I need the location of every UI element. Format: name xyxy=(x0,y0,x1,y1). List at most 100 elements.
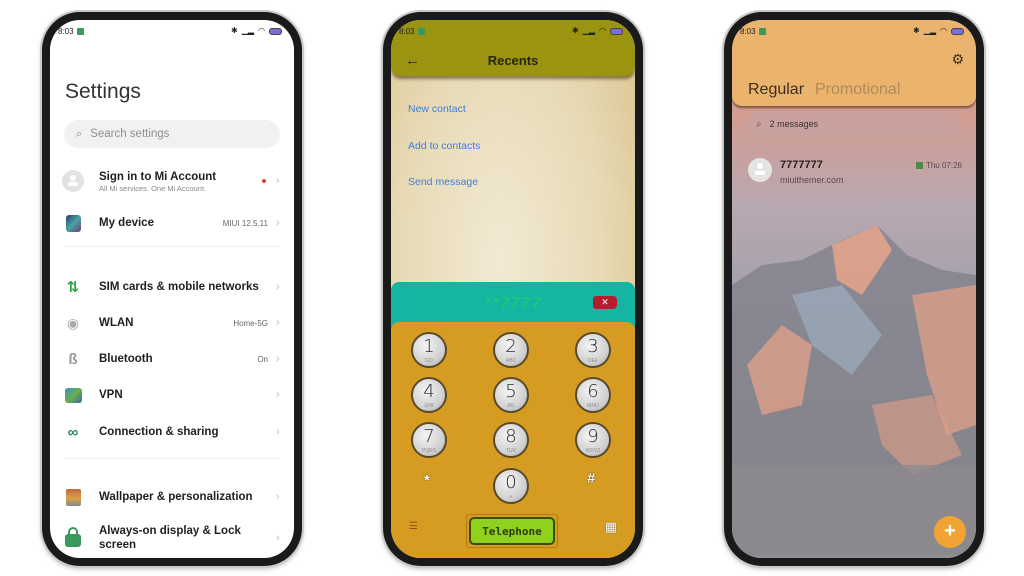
call-button[interactable]: Telephone xyxy=(466,514,558,548)
messages-screen: ⚙ Regular Promotional 8:03 ✱ ▁▂ ◠ ⌕ 2 me… xyxy=(732,20,976,558)
key-digit: 1 xyxy=(423,336,435,357)
link-icon: ∞ xyxy=(67,423,79,441)
key-letters: PQRS xyxy=(421,448,437,454)
conversation-time: Thu 07:26 xyxy=(915,161,962,170)
battery-icon xyxy=(951,27,964,35)
key-digit: 9 xyxy=(587,426,599,447)
item-value: MIUI 12.5.11 xyxy=(222,218,268,228)
signal-icon: ▁▂ xyxy=(582,26,596,35)
avatar xyxy=(748,158,772,182)
key-digit: 0 xyxy=(505,472,517,493)
dialer-title: Recents xyxy=(487,53,539,68)
key-letters: + xyxy=(509,494,513,500)
key-digit: 2 xyxy=(505,336,517,357)
item-label: Always-on display & Lock screen xyxy=(99,525,241,551)
status-bar: 8:03 ✱ ▁▂ ◠ xyxy=(50,24,294,38)
settings-item-lock-screen[interactable]: Always-on display & Lock screen › xyxy=(62,520,284,556)
settings-gear-icon[interactable]: ⚙ xyxy=(951,51,964,68)
message-search-bar[interactable]: ⌕ 2 messages xyxy=(746,112,962,136)
chevron-right-icon: › xyxy=(276,532,280,544)
settings-item-connection[interactable]: ∞ Connection & sharing › xyxy=(62,415,284,449)
avatar-icon xyxy=(62,170,84,192)
key-hash[interactable]: # xyxy=(587,470,595,487)
key-1[interactable]: 1 GO xyxy=(411,332,447,368)
chevron-right-icon: › xyxy=(276,353,280,365)
item-label: SIM cards & mobile networks xyxy=(99,281,259,293)
delete-button[interactable]: ✕ xyxy=(593,296,617,309)
key-7[interactable]: 7 PQRS xyxy=(411,422,447,458)
phone-messages: ⚙ Regular Promotional 8:03 ✱ ▁▂ ◠ ⌕ 2 me… xyxy=(724,12,984,566)
tab-regular[interactable]: Regular xyxy=(748,81,804,99)
key-digit: 5 xyxy=(505,381,517,402)
search-input[interactable] xyxy=(90,128,251,140)
call-button-label: Telephone xyxy=(469,517,555,545)
mi-account-row[interactable]: Sign in to Mi Account All Mi services. O… xyxy=(62,164,284,198)
chevron-right-icon: › xyxy=(276,281,280,293)
search-icon: ⌕ xyxy=(76,127,83,140)
bluetooth-icon: ✱ xyxy=(231,26,238,35)
key-2[interactable]: 2 ABC xyxy=(493,332,529,368)
key-letters: GHI xyxy=(424,403,434,409)
new-contact-link[interactable]: New contact xyxy=(408,103,466,115)
divider xyxy=(64,246,280,247)
key-6[interactable]: 6 MNO xyxy=(575,377,611,413)
key-9[interactable]: 9 WXYZ xyxy=(575,422,611,458)
key-star[interactable]: * xyxy=(424,472,430,489)
key-digit: 8 xyxy=(505,426,517,447)
mi-account-sub: All Mi services. One Mi Account. xyxy=(99,183,207,193)
device-icon xyxy=(62,212,84,234)
conversation-item[interactable]: 7777777 miuithemer.com Thu 07:26 xyxy=(748,158,962,190)
settings-item-bluetooth[interactable]: ß Bluetooth On › xyxy=(62,342,284,376)
signal-icon: ▁▂ xyxy=(241,26,255,35)
phone-dialer: ← Recents 8:03 ✱ ▁▂ ◠ New contact Add to… xyxy=(383,12,643,566)
settings-item-sim[interactable]: ⇅ SIM cards & mobile networks › xyxy=(62,270,284,304)
add-to-contacts-link[interactable]: Add to contacts xyxy=(408,140,480,152)
menu-icon[interactable]: ☰ xyxy=(409,521,418,532)
keypad-toggle-icon[interactable]: ▦ xyxy=(605,519,617,535)
settings-screen: 8:03 ✱ ▁▂ ◠ Settings ⌕ Sign in to Mi Acc… xyxy=(50,20,294,558)
key-0[interactable]: 0 + xyxy=(493,468,529,504)
key-letters: MNO xyxy=(587,403,599,409)
wifi-icon: ◠ xyxy=(258,26,265,35)
send-message-link[interactable]: Send message xyxy=(408,176,478,188)
chevron-right-icon: › xyxy=(276,317,280,329)
new-message-button[interactable]: + xyxy=(934,516,966,548)
key-4[interactable]: 4 GHI xyxy=(411,377,447,413)
bluetooth-icon: ß xyxy=(68,350,78,368)
search-icon: ⌕ xyxy=(756,118,762,130)
settings-item-wlan[interactable]: ◉ WLAN Home-5G › xyxy=(62,306,284,340)
key-letters: DEF xyxy=(588,358,598,364)
chevron-right-icon: › xyxy=(276,217,280,229)
settings-item-wallpaper[interactable]: Wallpaper & personalization › xyxy=(62,480,284,514)
status-bar: 8:03 ✱ ▁▂ ◠ xyxy=(391,24,635,38)
mountain-wallpaper xyxy=(732,225,976,555)
chevron-right-icon: › xyxy=(276,426,280,438)
mi-account-label: Sign in to Mi Account xyxy=(99,170,217,183)
key-digit: 3 xyxy=(587,336,599,357)
sim-icon: ⇅ xyxy=(66,279,80,296)
search-bar[interactable]: ⌕ xyxy=(64,120,280,148)
vpn-icon xyxy=(62,384,84,406)
key-digit: 6 xyxy=(587,381,599,402)
item-value: On xyxy=(257,354,268,364)
item-label: Connection & sharing xyxy=(99,426,219,438)
notification-dot xyxy=(262,179,266,183)
status-time: 8:03 xyxy=(740,26,756,36)
tab-promotional[interactable]: Promotional xyxy=(815,81,900,99)
item-label: WLAN xyxy=(99,317,134,329)
sim-icon xyxy=(915,162,923,169)
settings-item-vpn[interactable]: VPN › xyxy=(62,378,284,412)
chevron-right-icon: › xyxy=(276,389,280,401)
key-letters: TUV xyxy=(506,448,516,454)
key-5[interactable]: 5 JKL xyxy=(493,377,529,413)
conversation-preview: miuithemer.com xyxy=(780,175,844,185)
item-label: Wallpaper & personalization xyxy=(99,491,253,503)
key-3[interactable]: 3 DEF xyxy=(575,332,611,368)
lock-icon xyxy=(62,527,84,549)
key-letters: GO xyxy=(425,358,433,364)
chevron-right-icon: › xyxy=(276,175,280,187)
bluetooth-icon: ✱ xyxy=(572,26,579,35)
settings-item-my-device[interactable]: My device MIUI 12.5.11 › xyxy=(62,206,284,240)
key-letters: JKL xyxy=(506,403,516,409)
key-8[interactable]: 8 TUV xyxy=(493,422,529,458)
